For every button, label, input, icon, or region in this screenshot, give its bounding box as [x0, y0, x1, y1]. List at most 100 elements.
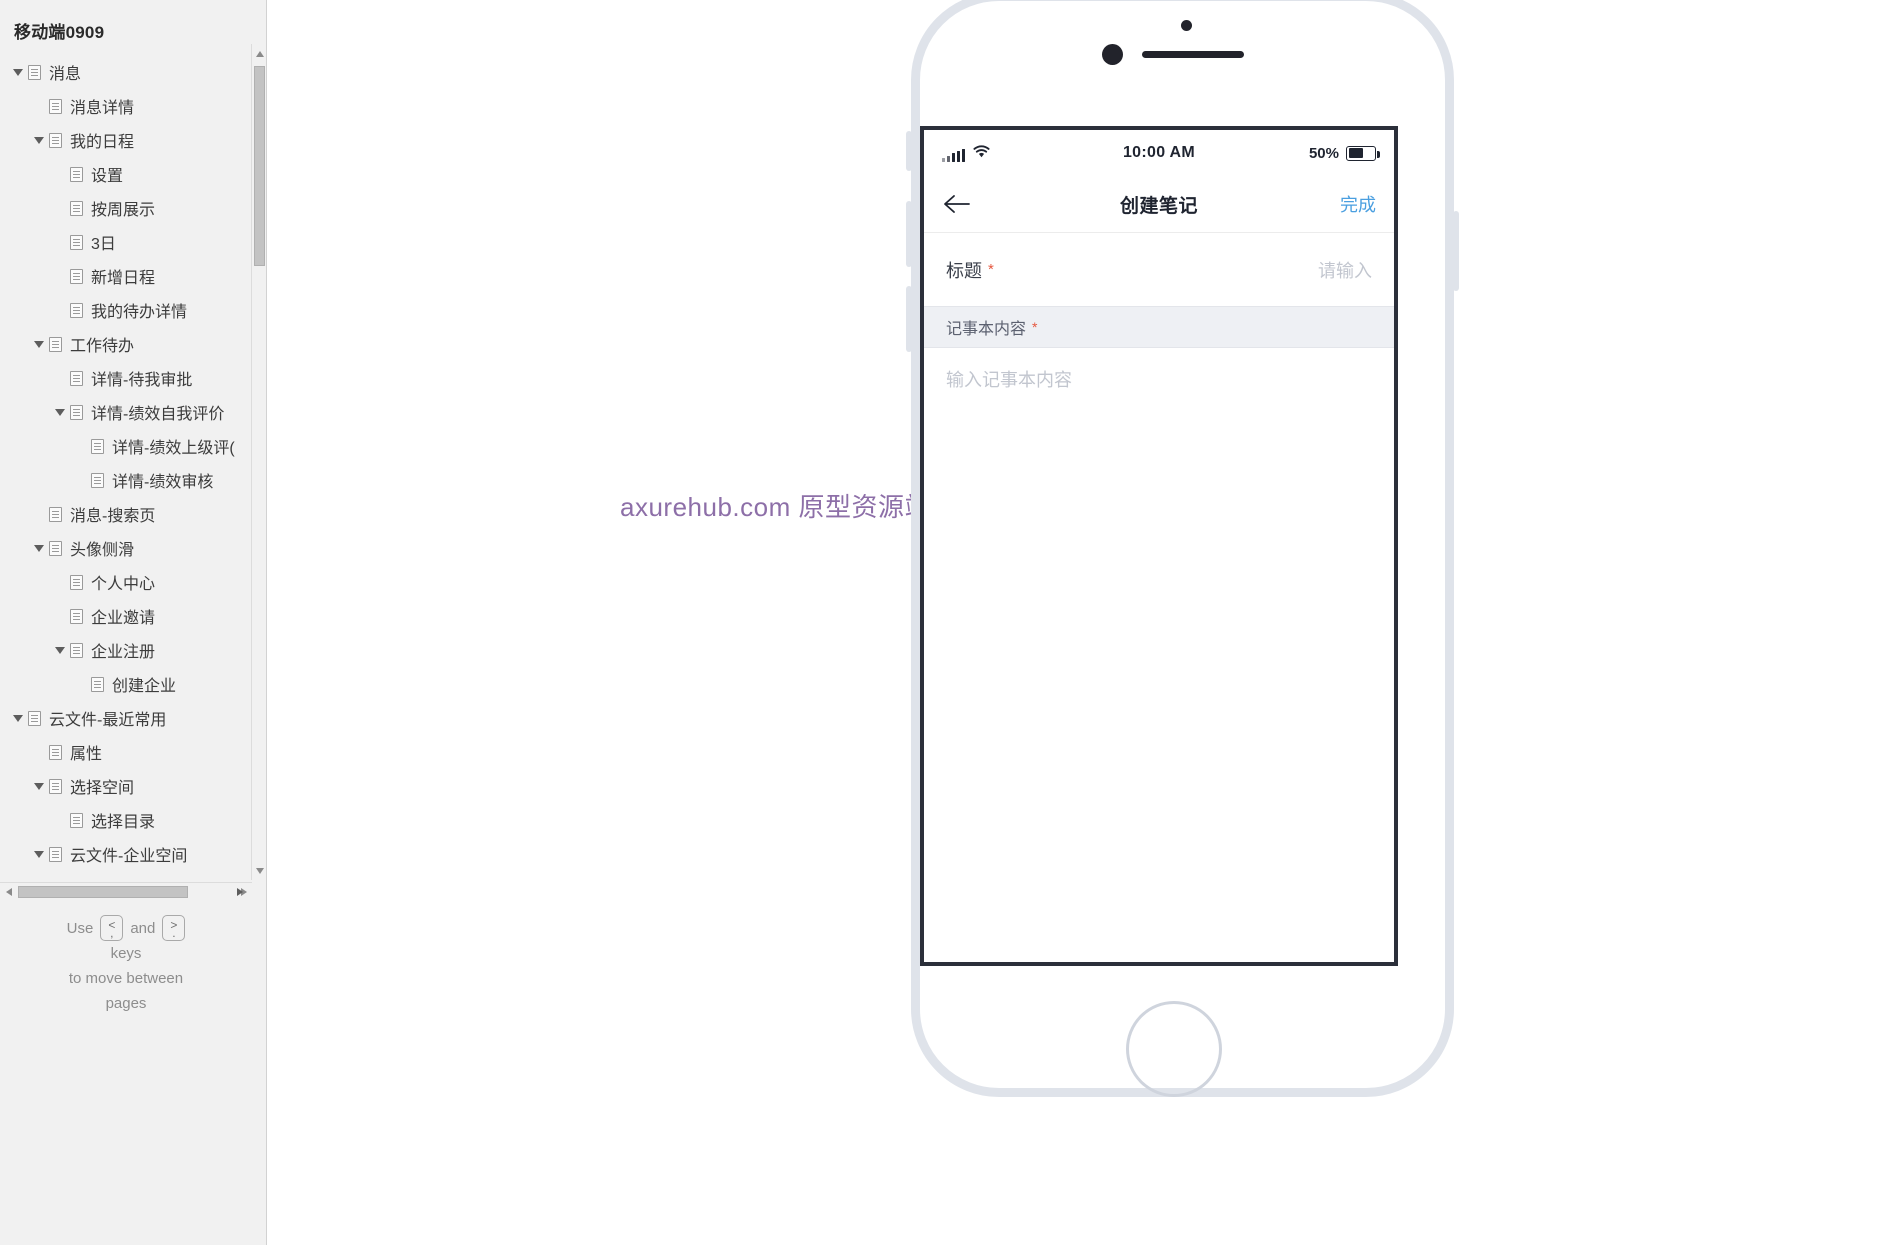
page-tree-item[interactable]: 详情-绩效自我评价: [0, 395, 266, 429]
page-tree-item[interactable]: 详情-绩效上级评(: [0, 429, 266, 463]
page-tree-item[interactable]: 头像侧滑: [0, 531, 266, 565]
volume-up-button[interactable]: [906, 201, 912, 267]
volume-down-button[interactable]: [906, 286, 912, 352]
tree-expand-caret-icon[interactable]: [8, 68, 28, 76]
vertical-scrollbar-thumb[interactable]: [254, 66, 265, 266]
page-tree-item-label: 按周展示: [91, 202, 156, 219]
page-tree-item[interactable]: 消息-搜索页: [0, 497, 266, 531]
iphone-device-frame: 10:00 AM 50% 创建笔记 完成 标题 * 请输入 记事本内容 * 输入…: [906, 0, 1459, 1097]
page-document-icon: [49, 744, 62, 760]
page-tree-item[interactable]: 新建知识库: [0, 871, 266, 873]
page-tree-item[interactable]: 设置: [0, 157, 266, 191]
page-tree-item-label: 新增日程: [91, 270, 156, 287]
page-tree-item[interactable]: 云文件-企业空间: [0, 837, 266, 871]
page-tree-item-label: 详情-待我审批: [91, 372, 193, 389]
page-document-icon: [70, 268, 83, 284]
page-tree-item[interactable]: 按周展示: [0, 191, 266, 225]
page-tree-item[interactable]: 企业邀请: [0, 599, 266, 633]
page-tree-item-label: 消息详情: [70, 100, 135, 117]
prev-key-bottom: ,: [110, 926, 114, 940]
page-tree-item[interactable]: 选择空间: [0, 769, 266, 803]
mute-switch-button[interactable]: [906, 131, 912, 171]
page-tree-item[interactable]: 属性: [0, 735, 266, 769]
tree-expand-right-arrow-icon[interactable]: [232, 884, 247, 899]
page-tree-item-label: 企业注册: [91, 644, 156, 661]
home-button[interactable]: [1126, 1001, 1222, 1097]
horizontal-scrollbar-thumb[interactable]: [18, 886, 188, 898]
status-bar-time: 10:00 AM: [1122, 144, 1196, 161]
page-document-icon: [91, 472, 104, 488]
page-tree-item-label: 云文件-企业空间: [70, 848, 188, 865]
phone-screen: 10:00 AM 50% 创建笔记 完成 标题 * 请输入 记事本内容 * 输入…: [920, 126, 1398, 966]
page-document-icon: [70, 404, 83, 420]
scroll-left-arrow-icon[interactable]: [1, 884, 16, 899]
page-tree-item[interactable]: 创建企业: [0, 667, 266, 701]
scroll-up-arrow-icon[interactable]: [252, 46, 266, 61]
page-tree-item[interactable]: 消息: [0, 55, 266, 89]
page-tree-item[interactable]: 我的日程: [0, 123, 266, 157]
page-tree-item[interactable]: 企业注册: [0, 633, 266, 667]
page-tree-item[interactable]: 选择目录: [0, 803, 266, 837]
page-document-icon: [91, 676, 104, 692]
hint-line-3: to move between: [68, 970, 184, 987]
tree-expand-caret-icon[interactable]: [50, 646, 70, 654]
scroll-down-arrow-icon[interactable]: [252, 863, 266, 878]
page-tree-item[interactable]: 消息详情: [0, 89, 266, 123]
page-tree-item[interactable]: 3日: [0, 225, 266, 259]
page-document-icon: [70, 234, 83, 250]
page-tree-item[interactable]: 我的待办详情: [0, 293, 266, 327]
tree-horizontal-scrollbar[interactable]: [0, 882, 252, 899]
page-tree-item-label: 选择目录: [91, 814, 156, 831]
page-document-icon: [49, 506, 62, 522]
tree-expand-caret-icon[interactable]: [29, 136, 49, 144]
watermark-text: axurehub.com 原型资源站: [620, 492, 931, 522]
page-tree-item[interactable]: 个人中心: [0, 565, 266, 599]
axure-prototype-viewer: 移动端0909 消息消息详情我的日程 设置按周展示 3日新增日程我的待办详情工作待办…: [0, 0, 1893, 1245]
back-arrow-icon[interactable]: [942, 193, 972, 215]
project-title: 移动端0909: [14, 23, 105, 42]
done-button[interactable]: 完成: [1340, 191, 1376, 217]
page-tree-item-label: 创建企业: [112, 678, 177, 695]
page-document-icon: [70, 302, 83, 318]
page-document-icon: [70, 574, 83, 590]
page-tree-item-label: 个人中心: [91, 576, 156, 593]
power-button[interactable]: [1453, 211, 1459, 291]
page-document-icon: [70, 642, 83, 658]
keyboard-navigation-hint: Use < , and > . keys to move between pag…: [0, 915, 252, 1016]
content-required-marker: *: [1032, 319, 1038, 335]
next-key-bottom: .: [172, 926, 176, 940]
title-required-marker: *: [988, 261, 994, 278]
tree-expand-caret-icon[interactable]: [29, 340, 49, 348]
tree-expand-caret-icon[interactable]: [50, 408, 70, 416]
page-tree-item-label: 选择空间: [70, 780, 135, 797]
page-tree[interactable]: 消息消息详情我的日程 设置按周展示 3日新增日程我的待办详情工作待办详情-待我审批详…: [0, 53, 266, 873]
next-page-keycap: > .: [162, 915, 186, 941]
page-tree-item[interactable]: 云文件-最近常用: [0, 701, 266, 735]
page-tree-item-label: 3日: [91, 236, 116, 253]
page-title: 创建笔记: [1119, 195, 1198, 217]
page-document-icon: [70, 166, 83, 182]
page-tree-item[interactable]: 详情-绩效审核: [0, 463, 266, 497]
page-document-icon: [49, 336, 62, 352]
tree-vertical-scrollbar[interactable]: [251, 44, 266, 880]
tree-expand-caret-icon[interactable]: [8, 714, 28, 722]
tree-expand-caret-icon[interactable]: [29, 782, 49, 790]
prev-page-keycap: < ,: [100, 915, 124, 941]
page-tree-item-label: 头像侧滑: [70, 542, 135, 559]
note-content-textarea[interactable]: 输入记事本内容: [924, 348, 1394, 410]
page-tree-item[interactable]: 详情-待我审批: [0, 361, 266, 395]
title-field-row[interactable]: 标题 * 请输入: [924, 232, 1394, 306]
page-document-icon: [70, 812, 83, 828]
page-tree-item-label: 详情-绩效审核: [112, 474, 214, 491]
page-document-icon: [91, 438, 104, 454]
page-tree-item[interactable]: 新增日程: [0, 259, 266, 293]
page-list-sidebar: 移动端0909 消息消息详情我的日程 设置按周展示 3日新增日程我的待办详情工作待办…: [0, 0, 267, 1245]
tree-expand-caret-icon[interactable]: [29, 544, 49, 552]
page-tree-item[interactable]: 工作待办: [0, 327, 266, 361]
status-bar: 10:00 AM 50%: [924, 130, 1394, 176]
page-tree-item-label: 我的待办详情: [91, 304, 188, 321]
tree-expand-caret-icon[interactable]: [29, 850, 49, 858]
title-input[interactable]: 请输入: [1318, 257, 1372, 283]
earpiece-speaker: [1142, 51, 1244, 58]
page-document-icon: [49, 98, 62, 114]
